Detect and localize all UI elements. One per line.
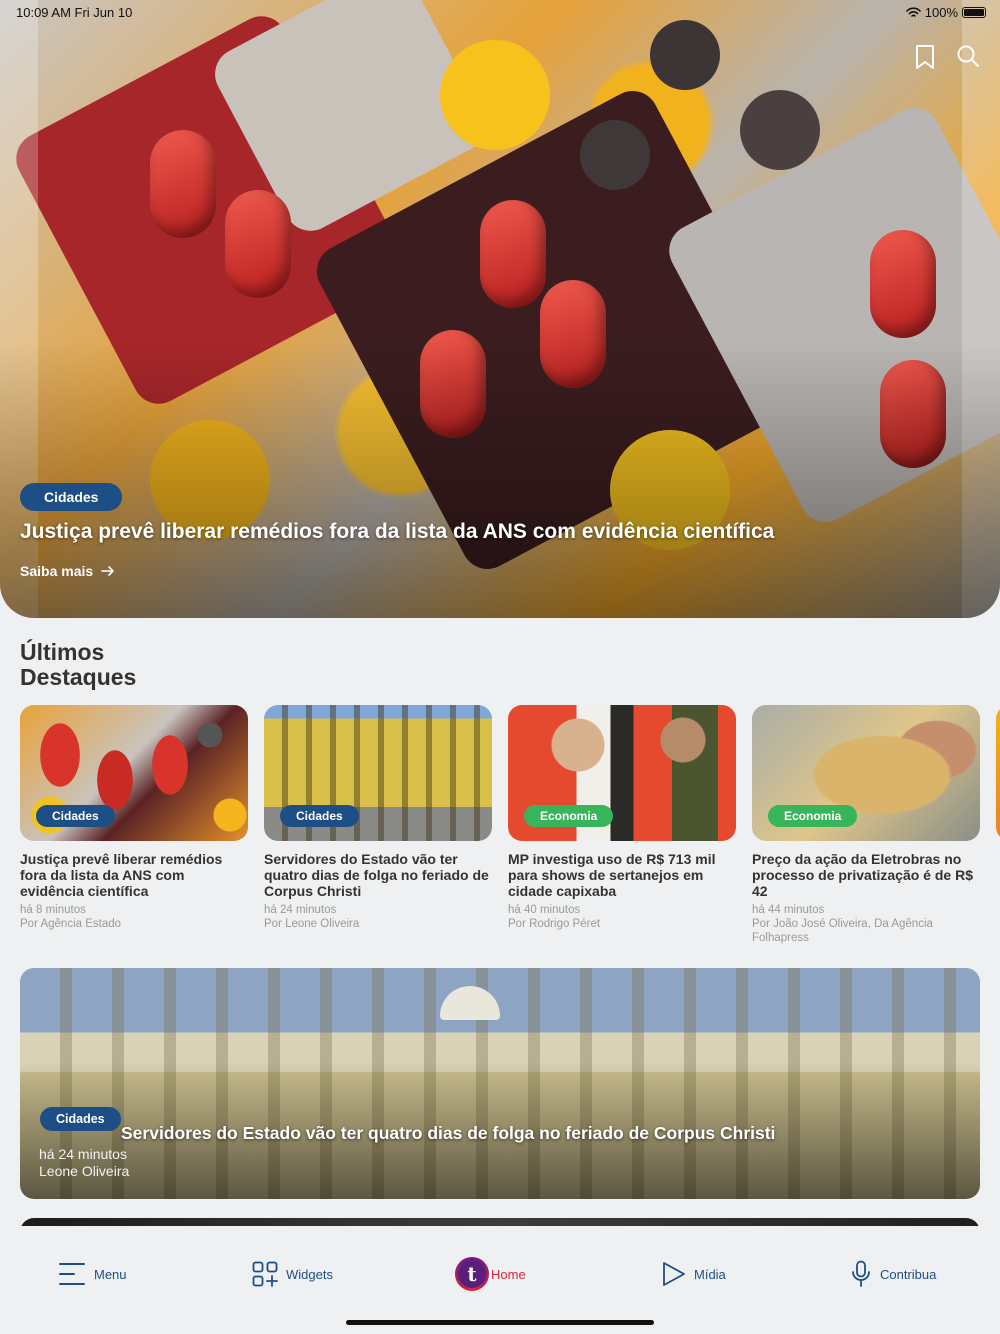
tab-home-label: Home [491, 1266, 526, 1282]
news-card-image[interactable]: Economia [508, 705, 736, 841]
tab-home[interactable]: t Home [455, 1257, 526, 1291]
bookmark-icon[interactable] [914, 44, 936, 70]
home-logo-icon: t [455, 1257, 489, 1291]
news-card-title[interactable]: Justiça prevê liberar remédios fora da l… [20, 851, 248, 899]
news-card-time: há 44 minutos [752, 904, 825, 916]
widgets-icon [252, 1261, 278, 1287]
tab-bar: Menu Widgets t Home Mídia Contribua [0, 1226, 1000, 1334]
tab-contribute-label: Contribua [880, 1266, 937, 1282]
news-card-author: Por Leone Oliveira [264, 918, 360, 930]
news-card-time: há 24 minutos [264, 904, 337, 916]
hero-read-more-label: Saiba mais [20, 563, 94, 579]
search-icon[interactable] [956, 44, 980, 68]
tab-media-label: Mídia [694, 1266, 726, 1282]
hero-read-more-link[interactable]: Saiba mais [20, 563, 115, 579]
tab-media[interactable]: Mídia [662, 1257, 726, 1291]
status-right: 100% [905, 5, 986, 20]
news-card-category[interactable]: Economia [524, 805, 614, 827]
tab-menu-label: Menu [94, 1266, 127, 1282]
microphone-icon [852, 1260, 870, 1287]
status-bar: 10:09 AM Fri Jun 10 100% [0, 0, 1000, 24]
news-card-author: Por João José Oliveira, Da Agência Folha… [752, 918, 933, 944]
section-title: Últimos Destaques [20, 640, 136, 690]
news-card-title[interactable]: MP investiga uso de R$ 713 mil para show… [508, 851, 736, 899]
news-card[interactable]: Economia MP investiga uso de R$ 713 mil … [508, 705, 736, 931]
home-indicator[interactable] [346, 1320, 654, 1325]
news-card-image[interactable]: Economia [752, 705, 980, 841]
news-card-image[interactable]: Cidades [264, 705, 492, 841]
news-card-time: há 40 minutos [508, 904, 581, 916]
hero-category-badge[interactable]: Cidades [20, 483, 123, 511]
hero-banner[interactable]: Cidades Justiça prevê liberar remédios f… [0, 0, 1000, 618]
arrow-right-icon [101, 566, 114, 576]
feature-card-time: há 24 minutos [39, 1146, 127, 1162]
battery-icon [962, 7, 986, 18]
news-card-title[interactable]: Servidores do Estado vão ter quatro dias… [264, 851, 492, 899]
play-icon [663, 1262, 685, 1286]
tab-contribute[interactable]: Contribua [850, 1257, 936, 1291]
menu-icon [59, 1263, 85, 1285]
news-card-category[interactable]: Cidades [36, 805, 115, 827]
news-card-author: Por Agência Estado [20, 918, 122, 930]
news-card-image[interactable]: Cidades [20, 705, 248, 841]
tab-widgets-label: Widgets [286, 1266, 333, 1282]
news-card-category[interactable]: Economia [768, 805, 858, 827]
section-title-line1: Últimos [20, 639, 105, 665]
news-card-partial[interactable] [996, 705, 1000, 841]
feature-card-author: Leone Oliveira [39, 1163, 130, 1179]
feature-card-category[interactable]: Cidades [40, 1107, 121, 1131]
hero-title[interactable]: Justiça prevê liberar remédios fora da l… [20, 520, 920, 544]
news-card-image[interactable] [996, 705, 1000, 841]
news-card[interactable]: Cidades Justiça prevê liberar remédios f… [20, 705, 248, 931]
status-time: 10:09 AM Fri Jun 10 [16, 5, 133, 20]
wifi-icon [905, 7, 921, 17]
feature-card[interactable]: Cidades Servidores do Estado vão ter qua… [20, 968, 980, 1199]
hero-actions [914, 44, 980, 70]
news-card-author: Por Rodrigo Péret [508, 918, 601, 930]
news-card-time: há 8 minutos [20, 904, 86, 916]
feature-card-title[interactable]: Servidores do Estado vão ter quatro dias… [121, 1123, 775, 1144]
tab-widgets[interactable]: Widgets [252, 1257, 333, 1291]
tab-menu[interactable]: Menu [58, 1257, 127, 1291]
news-card-category[interactable]: Cidades [280, 805, 359, 827]
news-card[interactable]: Economia Preço da ação da Eletrobras no … [752, 705, 980, 945]
home-logo-letter: t [458, 1260, 486, 1288]
news-card-title[interactable]: Preço da ação da Eletrobras no processo … [752, 851, 980, 899]
highlights-carousel[interactable]: Cidades Justiça prevê liberar remédios f… [20, 705, 1000, 955]
battery-percent: 100% [924, 5, 958, 20]
news-card[interactable]: Cidades Servidores do Estado vão ter qua… [264, 705, 492, 931]
section-title-line2: Destaques [20, 664, 137, 690]
feature-card-statue [440, 986, 500, 1020]
